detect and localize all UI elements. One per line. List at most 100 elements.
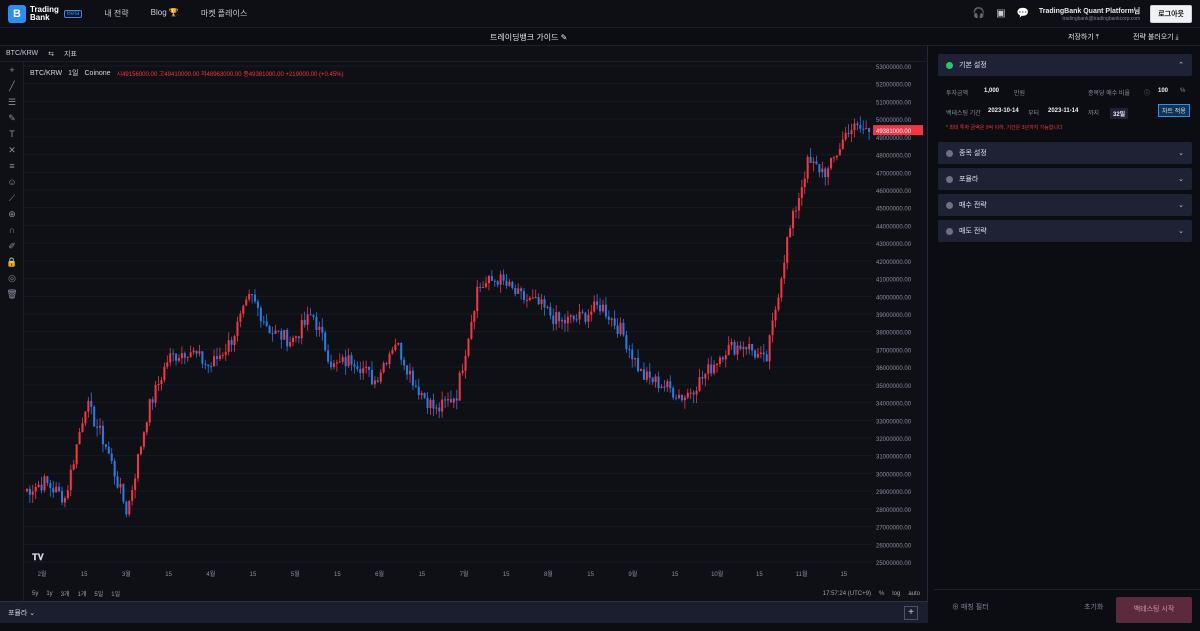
range-1m[interactable]: 1개 xyxy=(78,589,87,598)
end-date-input[interactable]: 2023-11-14 xyxy=(1048,108,1078,114)
logout-button[interactable]: 로그아웃 xyxy=(1150,4,1192,23)
trash-icon[interactable]: 🗑 xyxy=(0,286,24,302)
candle-body xyxy=(470,321,473,339)
symbol-selector[interactable]: BTC/KRW xyxy=(6,50,38,57)
emoji-icon[interactable]: ☺ xyxy=(0,174,24,190)
price-label: 34000000.00 xyxy=(876,402,912,408)
indicators-button[interactable]: 지표 xyxy=(64,49,77,59)
candle-body xyxy=(552,315,555,324)
nav-blog[interactable]: Blog 🏆 xyxy=(151,8,179,19)
headset-icon[interactable]: 🎧 xyxy=(973,8,985,20)
horizontal-line-icon[interactable]: ☰ xyxy=(0,94,24,110)
candle-body xyxy=(473,311,476,322)
range-5y[interactable]: 5y xyxy=(32,591,38,597)
chevron-down-icon[interactable]: ⌄ xyxy=(1178,175,1184,183)
book-icon[interactable]: ▣ xyxy=(995,8,1007,20)
nav-my-strategy[interactable]: 내 전략 xyxy=(104,8,128,19)
section-basic[interactable]: 기본 설정 ⌃ xyxy=(938,54,1192,76)
fib-icon[interactable]: ≡ xyxy=(0,158,24,174)
range-1y[interactable]: 1y xyxy=(46,591,52,597)
fund-input[interactable]: 1,000 xyxy=(984,88,999,94)
lock-icon[interactable]: 🔒 xyxy=(0,254,24,270)
start-backtest-button[interactable]: 백테스팅 시작 xyxy=(1116,597,1192,623)
candle-body xyxy=(537,296,540,305)
range-3m[interactable]: 3개 xyxy=(61,589,70,598)
range-1d[interactable]: 1일 xyxy=(111,589,120,598)
candle-body xyxy=(189,352,192,358)
candle-body xyxy=(321,326,324,333)
text-icon[interactable]: T xyxy=(0,126,24,142)
pattern-icon[interactable]: ✕ xyxy=(0,142,24,158)
candle-body xyxy=(742,347,745,349)
crosshair-icon[interactable]: + xyxy=(0,62,24,78)
start-date-input[interactable]: 2023-10-14 xyxy=(988,108,1019,114)
candle-body xyxy=(715,363,719,365)
auto-toggle[interactable]: auto xyxy=(908,591,920,597)
time-label: 8월 xyxy=(544,570,553,578)
save-button[interactable]: 저장하기 ⤒ xyxy=(1068,32,1099,42)
candle-body xyxy=(748,343,751,350)
chevron-down-icon[interactable]: ⌄ xyxy=(1178,227,1184,235)
price-label: 39000000.00 xyxy=(876,313,912,319)
candle-body xyxy=(713,364,716,374)
chevron-down-icon[interactable]: ⌄ xyxy=(1178,201,1184,209)
candle-body xyxy=(707,364,710,374)
candle-body xyxy=(420,393,423,396)
load-strategy-button[interactable]: 전략 불러오기 ⤓ xyxy=(1133,32,1179,42)
price-chart[interactable]: 53000000.00 52000000.00 51000000.00 5000000… xyxy=(24,62,928,586)
brush-icon[interactable]: ✎ xyxy=(0,110,24,126)
chevron-up-icon[interactable]: ⌃ xyxy=(1178,61,1184,69)
candle-body xyxy=(461,370,464,373)
candle-body xyxy=(356,366,359,369)
pencil-lock-icon[interactable]: ✐ xyxy=(0,238,24,254)
log-toggle[interactable]: log xyxy=(892,591,900,597)
percent-toggle[interactable]: % xyxy=(879,591,884,597)
section-sell[interactable]: 매도 전략 ⌄ xyxy=(938,220,1192,242)
candle-body xyxy=(534,296,537,298)
guide-link[interactable]: 트레이딩뱅크 가이드 ✎ xyxy=(490,32,567,43)
chevron-down-icon[interactable]: ⌄ xyxy=(1178,149,1184,157)
logo[interactable]: B Trading Bank Beta xyxy=(8,4,83,23)
beta-badge: Beta xyxy=(64,9,83,18)
candle-body xyxy=(812,161,815,163)
visibility-icon[interactable]: ◎ xyxy=(0,270,24,286)
candle-body xyxy=(499,274,502,285)
candle-body xyxy=(382,363,385,373)
candle-body xyxy=(306,314,309,325)
candle-body xyxy=(151,399,154,403)
trendline-icon[interactable]: ╱ xyxy=(0,78,24,94)
chart-apply-button[interactable]: 차트 적용 xyxy=(1158,104,1190,117)
matching-filter-button[interactable]: ⊕ 매칭 필터 xyxy=(952,602,989,612)
section-symbol[interactable]: 종목 설정 ⌄ xyxy=(938,142,1192,164)
candle-body xyxy=(523,291,526,300)
status-dot-icon xyxy=(946,227,953,235)
info-icon: ⓘ xyxy=(1144,91,1151,97)
section-buy[interactable]: 매수 전략 ⌄ xyxy=(938,194,1192,216)
reset-button[interactable]: 초기화 xyxy=(1084,602,1103,612)
price-label: 49000000.00 xyxy=(876,136,912,142)
candle-body xyxy=(455,398,458,401)
ruler-icon[interactable]: ⟋ xyxy=(0,190,24,206)
nav-marketplace[interactable]: 마켓 플레이스 xyxy=(201,8,247,19)
candle-body xyxy=(865,128,868,130)
candle-body xyxy=(344,357,347,367)
candle-body xyxy=(312,315,315,317)
candle-body xyxy=(555,312,558,324)
compare-icon[interactable]: ⇆ xyxy=(48,50,54,58)
magnet-icon[interactable]: ∩ xyxy=(0,222,24,238)
add-formula-button[interactable]: + xyxy=(904,606,918,620)
zoom-icon[interactable]: ⊕ xyxy=(0,206,24,222)
candle-body xyxy=(315,316,318,330)
fund-label: 투자금액 xyxy=(946,91,969,97)
section-formula[interactable]: 포뮬라 ⌄ xyxy=(938,168,1192,190)
candle-body xyxy=(93,406,96,427)
formula-toggle[interactable]: 포뮬라 ⌄ xyxy=(8,608,35,618)
candle-body xyxy=(446,399,450,401)
ratio-input[interactable]: 100 xyxy=(1158,88,1168,94)
time-label: 15 xyxy=(587,572,594,578)
range-5d[interactable]: 5일 xyxy=(94,589,103,598)
chat-icon[interactable]: 💬 xyxy=(1017,8,1029,20)
candle-body xyxy=(794,210,797,212)
price-label: 31000000.00 xyxy=(876,455,912,461)
legend-symbol: BTC/KRW xyxy=(30,69,63,77)
